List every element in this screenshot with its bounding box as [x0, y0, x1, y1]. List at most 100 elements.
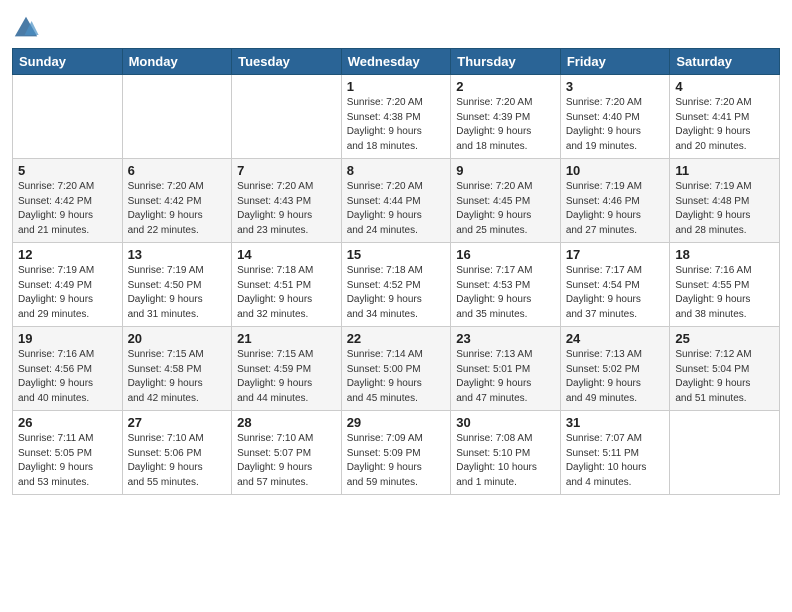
day-info: Sunrise: 7:20 AM Sunset: 4:44 PM Dayligh…	[347, 180, 446, 238]
day-info: Sunrise: 7:20 AM Sunset: 4:39 PM Dayligh…	[456, 96, 555, 154]
calendar-day-31: 31 Sunrise: 7:07 AM Sunset: 5:11 PM Dayli…	[560, 411, 670, 495]
calendar-day-5: 5 Sunrise: 7:20 AM Sunset: 4:42 PM Daylig…	[13, 159, 123, 243]
day-info: Sunrise: 7:14 AM Sunset: 5:00 PM Dayligh…	[347, 348, 446, 406]
calendar-day-13: 13 Sunrise: 7:19 AM Sunset: 4:50 PM Dayli…	[122, 243, 232, 327]
day-number: 16	[456, 247, 555, 262]
day-number: 18	[675, 247, 774, 262]
day-info: Sunrise: 7:16 AM Sunset: 4:56 PM Dayligh…	[18, 348, 117, 406]
day-info: Sunrise: 7:20 AM Sunset: 4:38 PM Dayligh…	[347, 96, 446, 154]
day-number: 29	[347, 415, 446, 430]
calendar-table: SundayMondayTuesdayWednesdayThursdayFrid…	[12, 48, 780, 495]
day-info: Sunrise: 7:20 AM Sunset: 4:43 PM Dayligh…	[237, 180, 336, 238]
calendar-day-8: 8 Sunrise: 7:20 AM Sunset: 4:44 PM Daylig…	[341, 159, 451, 243]
calendar-week-row: 26Sunrise: 7:11 AM Sunset: 5:05 PM Dayli…	[13, 411, 780, 495]
day-number: 8	[347, 163, 446, 178]
calendar-day-21: 21 Sunrise: 7:15 AM Sunset: 4:59 PM Dayli…	[232, 327, 342, 411]
weekday-header-thursday: Thursday	[451, 49, 561, 75]
day-info: Sunrise: 7:15 AM Sunset: 4:59 PM Dayligh…	[237, 348, 336, 406]
calendar-day-3: 3Sunrise: 7:20 AM Sunset: 4:40 PM Daylig…	[560, 75, 670, 159]
day-info: Sunrise: 7:09 AM Sunset: 5:09 PM Dayligh…	[347, 432, 446, 490]
day-number: 27	[128, 415, 227, 430]
day-info: Sunrise: 7:07 AM Sunset: 5:11 PM Dayligh…	[566, 432, 665, 490]
day-number: 10	[566, 163, 665, 178]
day-info: Sunrise: 7:08 AM Sunset: 5:10 PM Dayligh…	[456, 432, 555, 490]
calendar-empty-cell	[670, 411, 780, 495]
calendar-day-27: 27 Sunrise: 7:10 AM Sunset: 5:06 PM Dayli…	[122, 411, 232, 495]
day-info: Sunrise: 7:16 AM Sunset: 4:55 PM Dayligh…	[675, 264, 774, 322]
day-info: Sunrise: 7:12 AM Sunset: 5:04 PM Dayligh…	[675, 348, 774, 406]
calendar-day-6: 6 Sunrise: 7:20 AM Sunset: 4:42 PM Daylig…	[122, 159, 232, 243]
day-number: 24	[566, 331, 665, 346]
calendar-day-20: 20 Sunrise: 7:15 AM Sunset: 4:58 PM Dayli…	[122, 327, 232, 411]
day-info: Sunrise: 7:17 AM Sunset: 4:53 PM Dayligh…	[456, 264, 555, 322]
calendar-week-row: 12 Sunrise: 7:19 AM Sunset: 4:49 PM Dayli…	[13, 243, 780, 327]
calendar-day-1: 1 Sunrise: 7:20 AM Sunset: 4:38 PM Daylig…	[341, 75, 451, 159]
weekday-header-wednesday: Wednesday	[341, 49, 451, 75]
day-number: 4	[675, 79, 774, 94]
day-info: Sunrise: 7:18 AM Sunset: 4:51 PM Dayligh…	[237, 264, 336, 322]
day-number: 31	[566, 415, 665, 430]
day-number: 25	[675, 331, 774, 346]
weekday-header-friday: Friday	[560, 49, 670, 75]
calendar-day-25: 25 Sunrise: 7:12 AM Sunset: 5:04 PM Dayli…	[670, 327, 780, 411]
day-number: 15	[347, 247, 446, 262]
calendar-day-9: 9Sunrise: 7:20 AM Sunset: 4:45 PM Daylig…	[451, 159, 561, 243]
calendar-day-18: 18 Sunrise: 7:16 AM Sunset: 4:55 PM Dayli…	[670, 243, 780, 327]
day-number: 20	[128, 331, 227, 346]
calendar-empty-cell	[232, 75, 342, 159]
calendar-day-19: 19 Sunrise: 7:16 AM Sunset: 4:56 PM Dayli…	[13, 327, 123, 411]
day-number: 30	[456, 415, 555, 430]
calendar-day-14: 14 Sunrise: 7:18 AM Sunset: 4:51 PM Dayli…	[232, 243, 342, 327]
calendar-day-23: 23Sunrise: 7:13 AM Sunset: 5:01 PM Dayli…	[451, 327, 561, 411]
day-info: Sunrise: 7:19 AM Sunset: 4:50 PM Dayligh…	[128, 264, 227, 322]
day-info: Sunrise: 7:19 AM Sunset: 4:46 PM Dayligh…	[566, 180, 665, 238]
calendar-day-15: 15 Sunrise: 7:18 AM Sunset: 4:52 PM Dayli…	[341, 243, 451, 327]
day-number: 23	[456, 331, 555, 346]
calendar-day-28: 28 Sunrise: 7:10 AM Sunset: 5:07 PM Dayli…	[232, 411, 342, 495]
day-number: 1	[347, 79, 446, 94]
day-number: 11	[675, 163, 774, 178]
weekday-header-tuesday: Tuesday	[232, 49, 342, 75]
day-number: 14	[237, 247, 336, 262]
calendar-week-row: 19 Sunrise: 7:16 AM Sunset: 4:56 PM Dayli…	[13, 327, 780, 411]
calendar-week-row: 1 Sunrise: 7:20 AM Sunset: 4:38 PM Daylig…	[13, 75, 780, 159]
calendar-day-24: 24Sunrise: 7:13 AM Sunset: 5:02 PM Dayli…	[560, 327, 670, 411]
calendar-day-22: 22 Sunrise: 7:14 AM Sunset: 5:00 PM Dayli…	[341, 327, 451, 411]
calendar-day-7: 7 Sunrise: 7:20 AM Sunset: 4:43 PM Daylig…	[232, 159, 342, 243]
calendar-day-29: 29 Sunrise: 7:09 AM Sunset: 5:09 PM Dayli…	[341, 411, 451, 495]
day-number: 13	[128, 247, 227, 262]
page-container: SundayMondayTuesdayWednesdayThursdayFrid…	[0, 0, 792, 503]
day-number: 5	[18, 163, 117, 178]
day-info: Sunrise: 7:18 AM Sunset: 4:52 PM Dayligh…	[347, 264, 446, 322]
day-number: 28	[237, 415, 336, 430]
day-number: 6	[128, 163, 227, 178]
day-info: Sunrise: 7:10 AM Sunset: 5:06 PM Dayligh…	[128, 432, 227, 490]
day-number: 19	[18, 331, 117, 346]
weekday-header-saturday: Saturday	[670, 49, 780, 75]
day-number: 21	[237, 331, 336, 346]
day-info: Sunrise: 7:17 AM Sunset: 4:54 PM Dayligh…	[566, 264, 665, 322]
weekday-header-sunday: Sunday	[13, 49, 123, 75]
day-number: 7	[237, 163, 336, 178]
day-info: Sunrise: 7:20 AM Sunset: 4:41 PM Dayligh…	[675, 96, 774, 154]
day-info: Sunrise: 7:19 AM Sunset: 4:48 PM Dayligh…	[675, 180, 774, 238]
day-number: 17	[566, 247, 665, 262]
calendar-day-17: 17 Sunrise: 7:17 AM Sunset: 4:54 PM Dayli…	[560, 243, 670, 327]
day-number: 12	[18, 247, 117, 262]
day-info: Sunrise: 7:20 AM Sunset: 4:42 PM Dayligh…	[128, 180, 227, 238]
day-number: 22	[347, 331, 446, 346]
calendar-day-4: 4 Sunrise: 7:20 AM Sunset: 4:41 PM Daylig…	[670, 75, 780, 159]
weekday-header-monday: Monday	[122, 49, 232, 75]
day-number: 2	[456, 79, 555, 94]
calendar-empty-cell	[122, 75, 232, 159]
day-info: Sunrise: 7:11 AM Sunset: 5:05 PM Dayligh…	[18, 432, 117, 490]
day-info: Sunrise: 7:19 AM Sunset: 4:49 PM Dayligh…	[18, 264, 117, 322]
day-info: Sunrise: 7:10 AM Sunset: 5:07 PM Dayligh…	[237, 432, 336, 490]
calendar-day-26: 26Sunrise: 7:11 AM Sunset: 5:05 PM Dayli…	[13, 411, 123, 495]
day-info: Sunrise: 7:15 AM Sunset: 4:58 PM Dayligh…	[128, 348, 227, 406]
day-number: 9	[456, 163, 555, 178]
day-info: Sunrise: 7:20 AM Sunset: 4:40 PM Dayligh…	[566, 96, 665, 154]
day-info: Sunrise: 7:20 AM Sunset: 4:42 PM Dayligh…	[18, 180, 117, 238]
calendar-day-11: 11 Sunrise: 7:19 AM Sunset: 4:48 PM Dayli…	[670, 159, 780, 243]
calendar-day-2: 2 Sunrise: 7:20 AM Sunset: 4:39 PM Daylig…	[451, 75, 561, 159]
